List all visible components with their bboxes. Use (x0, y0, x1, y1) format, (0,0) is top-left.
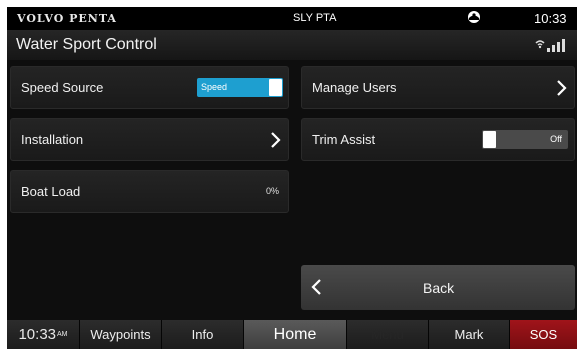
helm-icon (468, 11, 480, 23)
trim-assist-toggle[interactable]: Off (482, 130, 568, 149)
station-name: SLY PTA (293, 12, 337, 24)
installation-label: Installation (21, 132, 84, 147)
chevron-left-icon (311, 279, 321, 295)
menu-button[interactable]: Menu (347, 320, 429, 349)
status-bar: VOLVO PENTA SLY PTA 10:33 (7, 7, 577, 30)
mark-label: Mark (454, 327, 484, 342)
speed-source-toggle-text: Speed (201, 82, 228, 92)
speed-source-toggle[interactable]: Speed (197, 78, 283, 97)
bottom-clock: 10:33 AM (7, 320, 80, 349)
bottom-clock-time: 10:33 (18, 326, 57, 343)
screen: VOLVO PENTA SLY PTA 10:33 Water Sport Co… (7, 7, 577, 349)
boat-load-value: 0% (265, 186, 279, 196)
mark-button[interactable]: Mark (429, 320, 510, 349)
chevron-right-icon (557, 80, 567, 96)
menu-label: Menu (371, 327, 404, 342)
trim-assist-toggle-text: Off (550, 134, 562, 144)
home-label: Home (273, 325, 317, 343)
toggle-knob (483, 131, 496, 148)
speed-source-label: Speed Source (21, 80, 104, 95)
signal-icon (535, 39, 565, 52)
trim-assist-label: Trim Assist (312, 132, 376, 147)
manage-users-label: Manage Users (312, 80, 397, 95)
waypoints-button[interactable]: Waypoints (80, 320, 162, 349)
bottom-bar: 10:33 AM Waypoints Info Home Menu Mark SO… (7, 320, 577, 349)
manage-users-row[interactable]: Manage Users (301, 66, 575, 109)
chevron-right-icon (271, 132, 281, 148)
info-label: Info (191, 327, 214, 342)
status-clock: 10:33 (534, 11, 567, 26)
back-label: Back (423, 280, 455, 296)
waypoints-label: Waypoints (90, 327, 151, 342)
boat-load-row[interactable]: Boat Load 0% (10, 170, 289, 213)
page-title: Water Sport Control (16, 36, 157, 53)
bottom-clock-suffix: AM (57, 331, 68, 338)
toggle-knob (269, 79, 282, 96)
trim-assist-row[interactable]: Trim Assist Off (301, 118, 575, 161)
boat-load-label: Boat Load (21, 184, 81, 199)
sos-label: SOS (529, 327, 558, 342)
speed-source-row[interactable]: Speed Source Speed (10, 66, 289, 109)
info-button[interactable]: Info (162, 320, 244, 349)
title-bar: Water Sport Control (7, 30, 577, 60)
sos-button[interactable]: SOS (510, 320, 577, 349)
installation-row[interactable]: Installation (10, 118, 289, 161)
back-button[interactable]: Back (301, 265, 575, 310)
home-button[interactable]: Home (244, 320, 347, 349)
brand-logo: VOLVO PENTA (17, 12, 117, 25)
